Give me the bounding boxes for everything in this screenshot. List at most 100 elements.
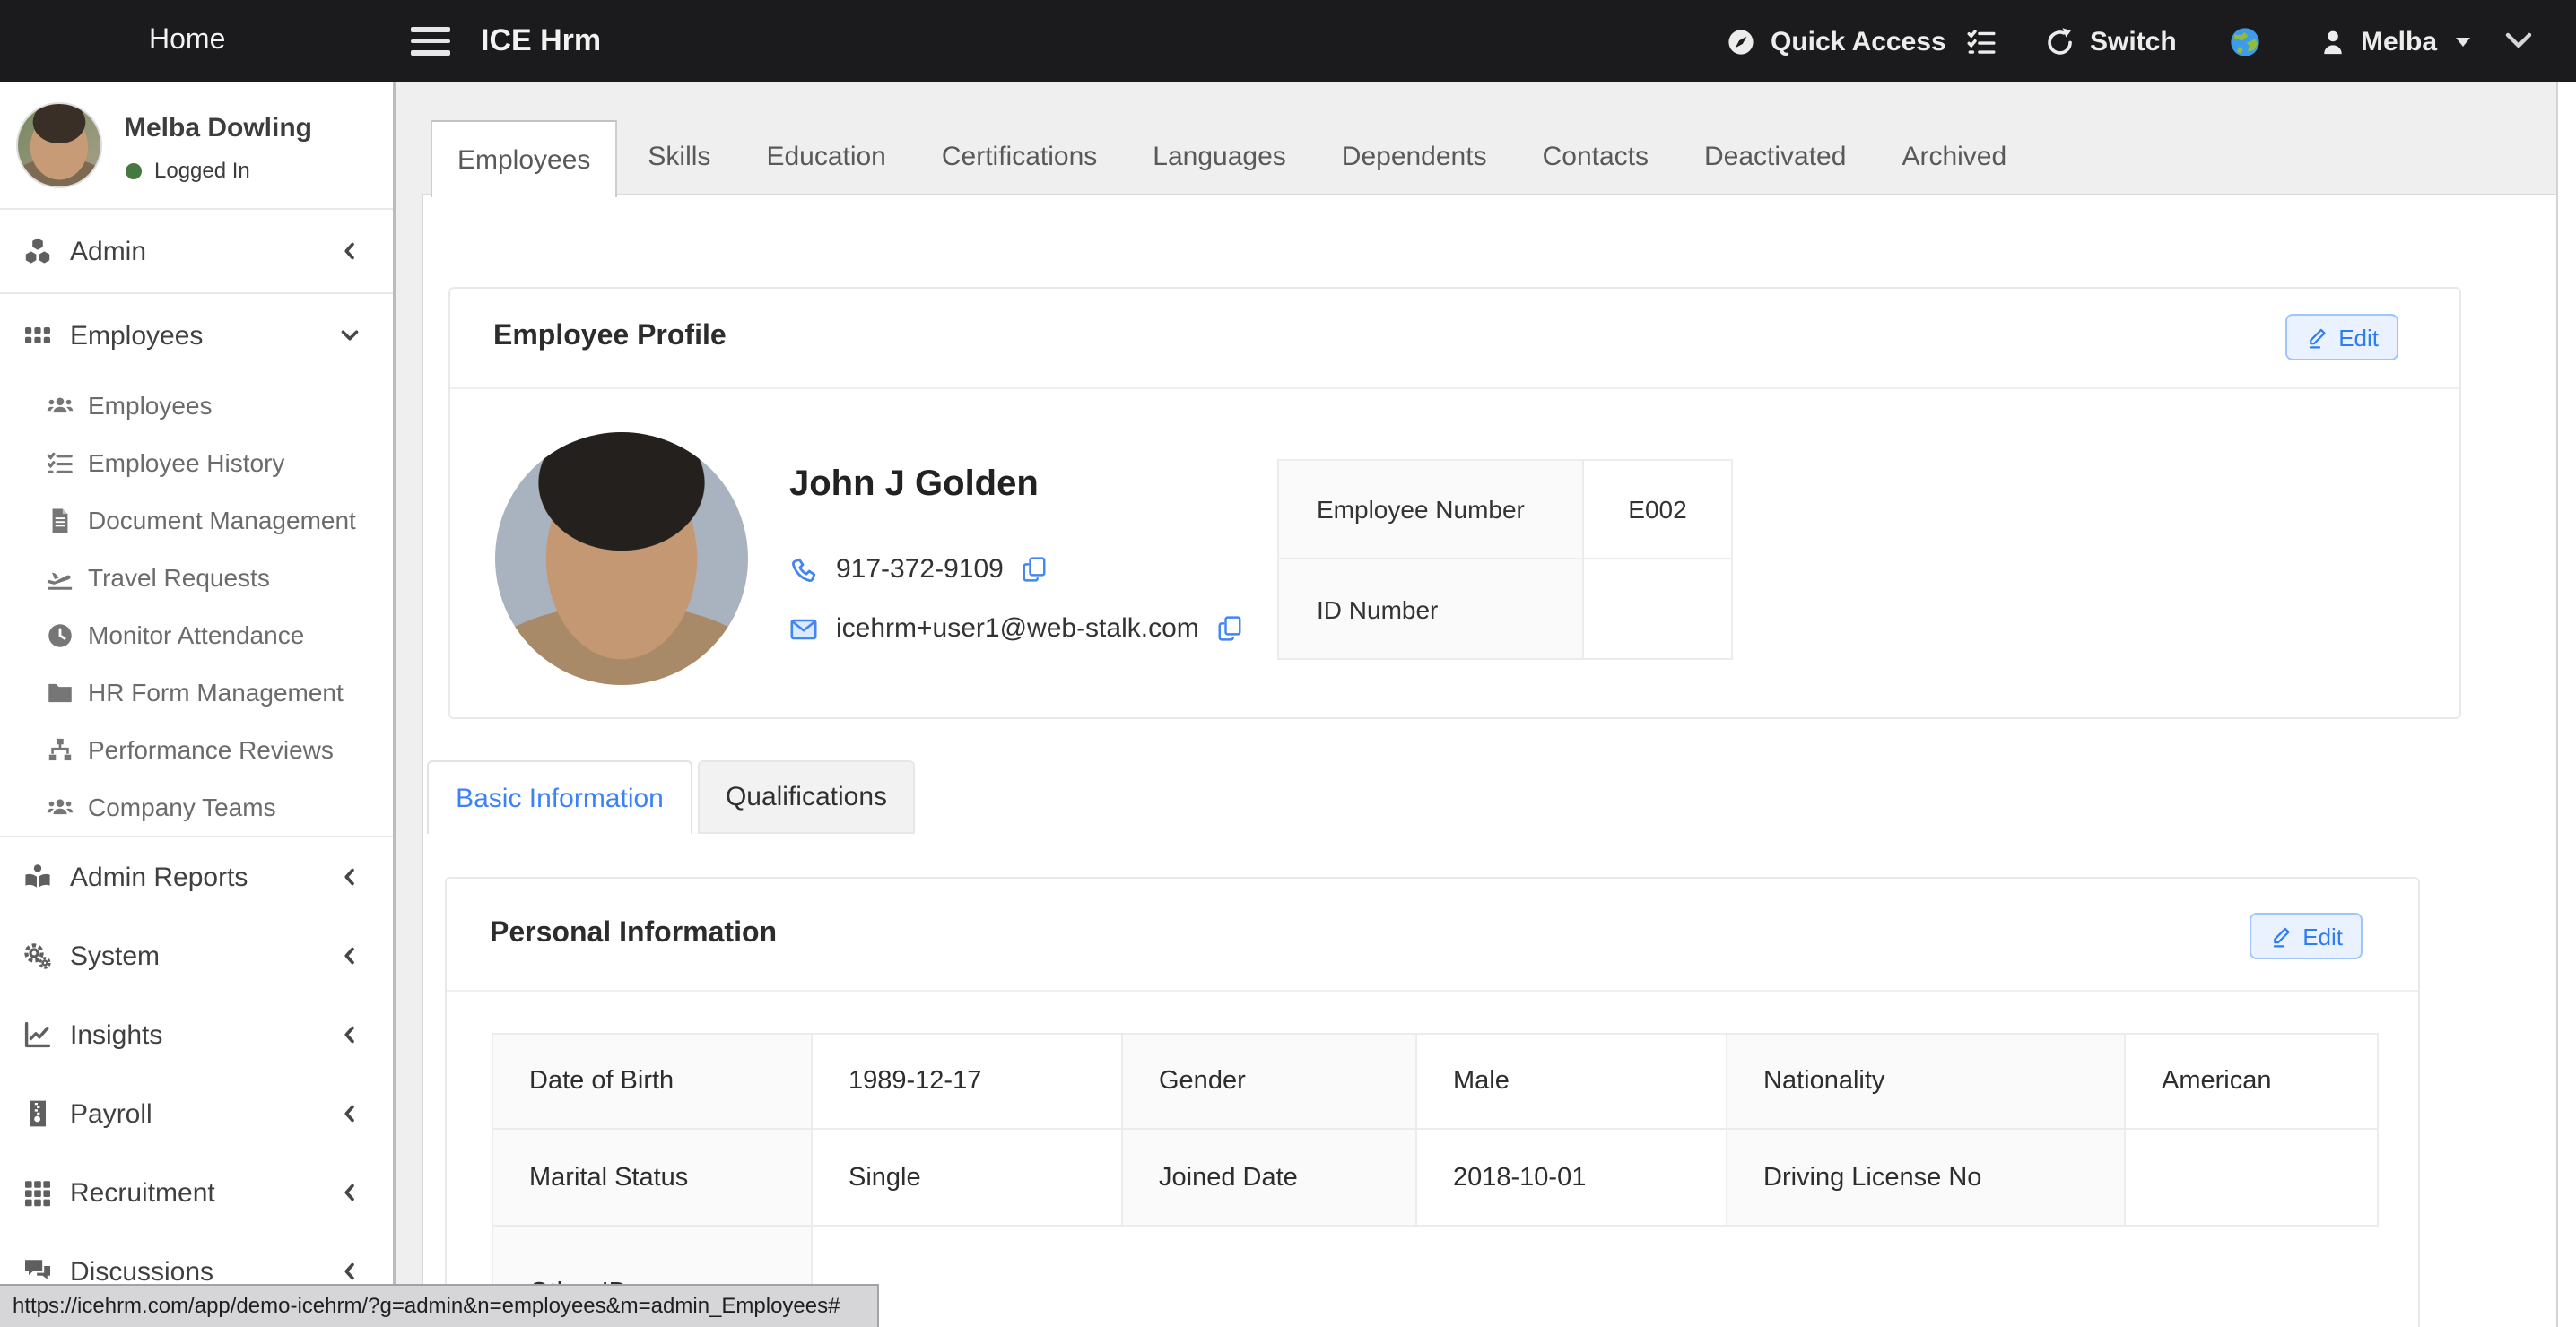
payroll-file-icon	[23, 1099, 52, 1128]
tab-languages[interactable]: Languages	[1127, 120, 1311, 194]
chevron-left-icon	[339, 1103, 361, 1124]
sidebar-item-label: Employees	[88, 391, 213, 420]
nav-home-link[interactable]: Home	[149, 0, 225, 82]
table-label-cell: Gender	[1123, 1035, 1417, 1130]
table-label-cell: Date of Birth	[493, 1035, 813, 1130]
tab-archived[interactable]: Archived	[1876, 120, 2032, 194]
tab-employees[interactable]: Employees	[431, 120, 617, 197]
copy-icon[interactable]	[1022, 556, 1049, 583]
scrollbar-track[interactable]	[2556, 82, 2576, 1327]
sidebar-subitem-hr-form-management[interactable]: HR Form Management	[0, 664, 393, 721]
switch-button[interactable]: Switch	[2045, 0, 2177, 82]
edit-label: Edit	[2302, 923, 2343, 950]
sidebar-subitem-company-teams[interactable]: Company Teams	[0, 778, 393, 836]
table-label-cell: Joined Date	[1123, 1130, 1417, 1227]
sidebar-item-label: Admin Reports	[70, 862, 248, 892]
team-icon	[47, 794, 74, 820]
employee-name: John J Golden	[789, 464, 1039, 506]
sidebar-item-admin[interactable]: Admin	[0, 210, 393, 292]
quick-access-button[interactable]: Quick Access	[1726, 0, 1946, 82]
card-header: Personal Information Edit	[447, 879, 2418, 992]
sidebar-item-label: Employees	[70, 320, 203, 351]
sidebar-item-label: Document Management	[88, 506, 356, 534]
tab-contacts[interactable]: Contacts	[1518, 120, 1674, 194]
sidebar-subitem-employees[interactable]: Employees	[0, 377, 393, 434]
comments-icon	[23, 1257, 52, 1286]
module-tabs: Employees Skills Education Certification…	[431, 120, 2037, 194]
sidebar-profile: Melba Dowling Logged In	[0, 82, 393, 210]
sidebar-item-insights[interactable]: Insights	[0, 995, 393, 1074]
table-value-cell	[813, 1227, 2379, 1327]
edit-profile-button[interactable]: Edit	[2284, 314, 2398, 360]
table-label-cell: Driving License No	[1727, 1130, 2126, 1227]
chevron-left-icon	[339, 240, 361, 262]
sidebar-subitem-document-management[interactable]: Document Management	[0, 491, 393, 549]
sidebar-item-system[interactable]: System	[0, 916, 393, 995]
hamburger-menu-icon[interactable]	[411, 0, 450, 82]
card-title: Employee Profile	[493, 321, 727, 353]
table-label-cell: Employee Number	[1279, 461, 1584, 559]
chevron-left-icon	[339, 1261, 361, 1282]
sidebar-item-label: System	[70, 941, 160, 971]
user-icon	[2319, 28, 2346, 55]
gears-icon	[23, 941, 52, 970]
sidebar-item-label: Admin	[70, 236, 146, 266]
sidebar-item-employees-section[interactable]: Employees	[0, 294, 393, 377]
tasks-button[interactable]	[1966, 0, 1997, 82]
status-label: Logged In	[154, 158, 250, 183]
tasks-icon	[1966, 26, 1997, 56]
quick-access-label: Quick Access	[1771, 26, 1946, 56]
sidebar-item-label: Insights	[70, 1019, 162, 1050]
employee-id-table: Employee Number E002 ID Number	[1277, 459, 1733, 660]
sidebar-item-label: Payroll	[70, 1098, 152, 1129]
status-dot-icon	[126, 162, 142, 178]
edit-personal-info-button[interactable]: Edit	[2249, 913, 2363, 959]
users-icon	[47, 392, 74, 419]
table-value-cell: 2018-10-01	[1417, 1130, 1727, 1227]
table-value-cell	[2126, 1130, 2379, 1227]
sidebar-subitem-travel-requests[interactable]: Travel Requests	[0, 549, 393, 606]
chevron-left-icon	[339, 866, 361, 888]
tab-skills[interactable]: Skills	[622, 120, 735, 194]
card-header: Employee Profile Edit	[450, 289, 2459, 389]
topbar-collapse-button[interactable]	[2504, 0, 2533, 82]
login-status: Logged In	[126, 158, 250, 183]
phone-icon	[789, 555, 818, 584]
grid-icon	[23, 321, 52, 350]
sidebar-subitem-monitor-attendance[interactable]: Monitor Attendance	[0, 606, 393, 664]
language-globe-button[interactable]	[2228, 0, 2262, 82]
profile-name: Melba Dowling	[124, 113, 312, 143]
sidebar-subitem-performance-reviews[interactable]: Performance Reviews	[0, 721, 393, 778]
tab-certifications[interactable]: Certifications	[917, 120, 1122, 194]
tab-deactivated[interactable]: Deactivated	[1679, 120, 1871, 194]
grid9-icon	[23, 1178, 52, 1207]
table-value-cell	[1584, 559, 1731, 658]
sitemap-icon	[47, 736, 74, 763]
sidebar-subitem-employee-history[interactable]: Employee History	[0, 434, 393, 491]
personal-information-table: Date of Birth 1989-12-17 Gender Male Nat…	[492, 1033, 2379, 1327]
table-value-cell: 1989-12-17	[813, 1035, 1123, 1130]
employee-phone: 917-372-9109	[836, 554, 1004, 585]
tab-dependents[interactable]: Dependents	[1317, 120, 1512, 194]
subtab-qualifications[interactable]: Qualifications	[698, 760, 915, 834]
edit-label: Edit	[2338, 324, 2379, 351]
sidebar-item-payroll[interactable]: Payroll	[0, 1074, 393, 1153]
employee-phone-row: 917-372-9109	[789, 554, 1049, 585]
sidebar-item-recruitment[interactable]: Recruitment	[0, 1153, 393, 1232]
subtab-basic-information[interactable]: Basic Information	[427, 760, 692, 834]
sidebar-item-label: Company Teams	[88, 793, 276, 821]
switch-icon	[2045, 26, 2076, 56]
table-value-cell: E002	[1584, 461, 1731, 559]
user-menu[interactable]: Melba	[2319, 0, 2469, 82]
table-value-cell: Single	[813, 1130, 1123, 1227]
sidebar-item-label: HR Form Management	[88, 678, 344, 707]
pencil-icon	[2304, 325, 2328, 349]
caret-down-icon	[2455, 37, 2469, 46]
tab-education[interactable]: Education	[741, 120, 910, 194]
user-name-label: Melba	[2361, 26, 2437, 56]
sidebar-item-admin-reports[interactable]: Admin Reports	[0, 837, 393, 916]
copy-icon[interactable]	[1217, 615, 1244, 642]
card-title: Personal Information	[490, 918, 777, 950]
sidebar-item-label: Monitor Attendance	[88, 620, 304, 649]
table-label-cell: Nationality	[1727, 1035, 2126, 1130]
